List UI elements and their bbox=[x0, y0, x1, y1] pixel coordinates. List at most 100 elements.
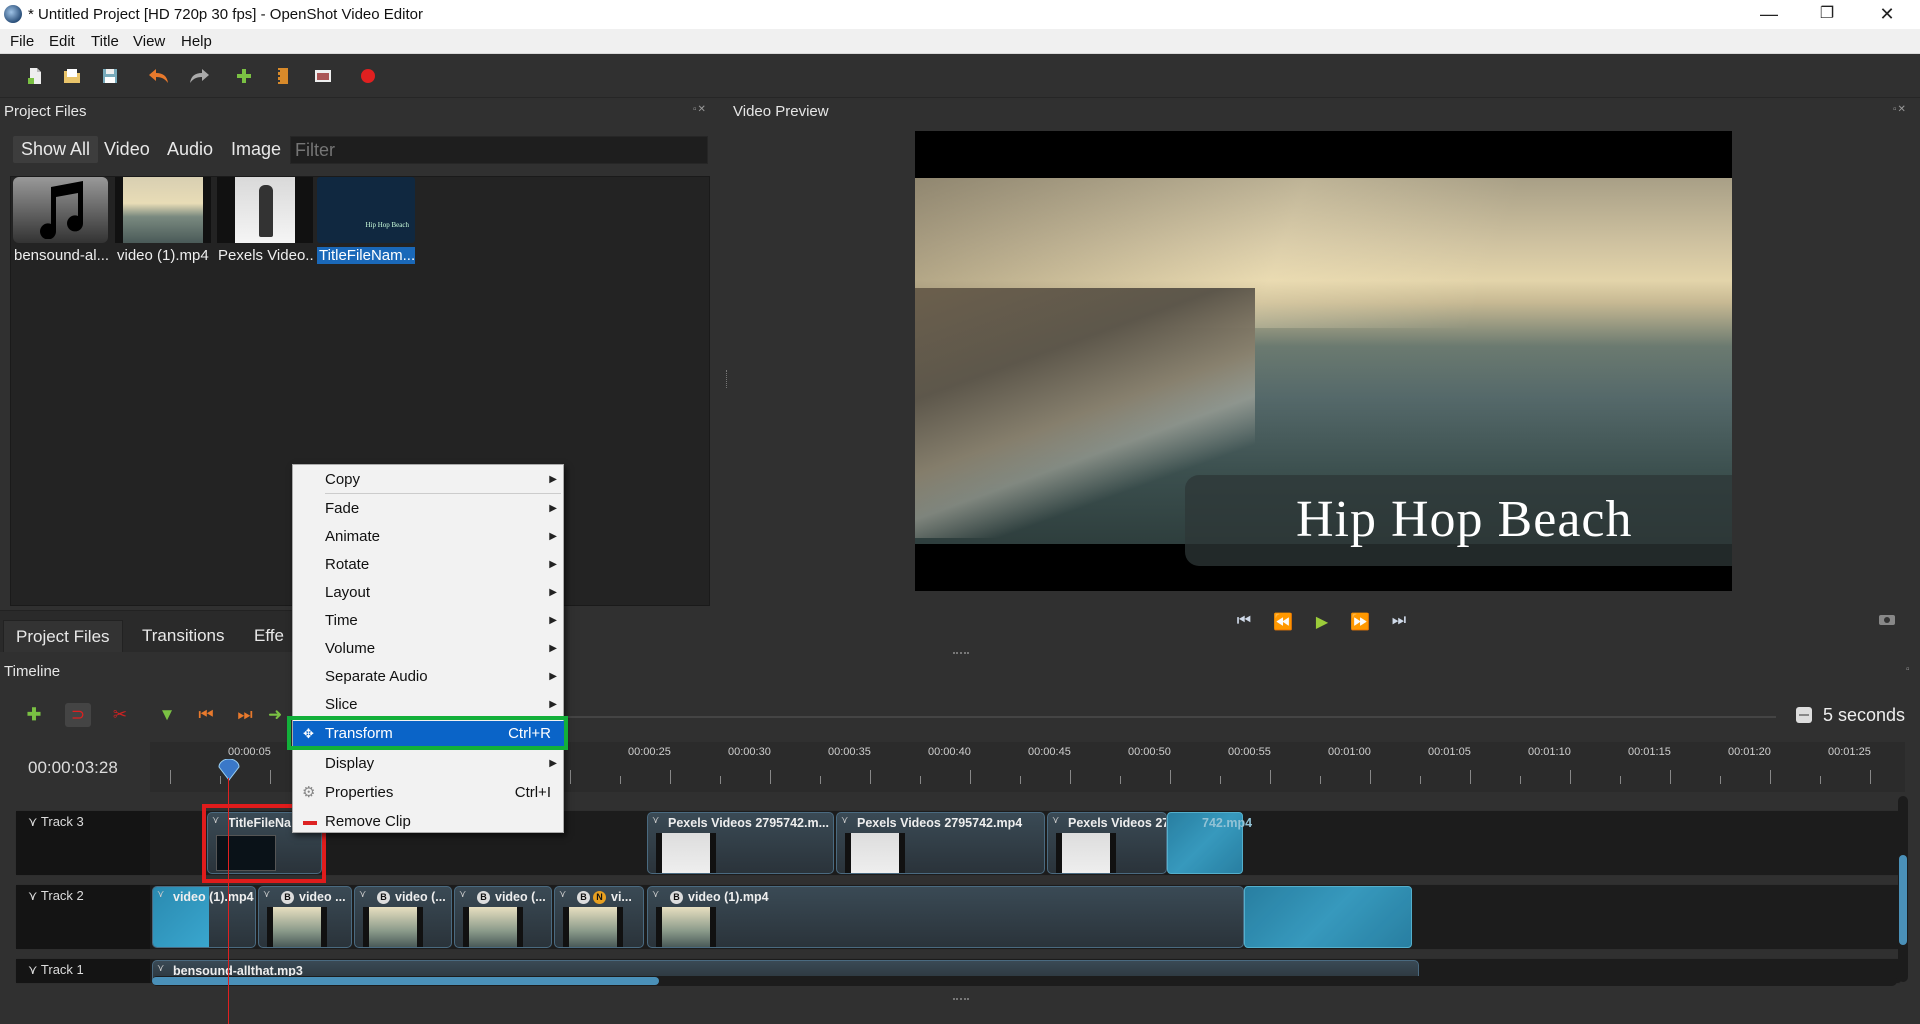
menu-item-properties[interactable]: ⚙ Properties Ctrl+I bbox=[293, 780, 565, 808]
ruler-tick bbox=[570, 770, 571, 784]
ruler-tick bbox=[1020, 776, 1021, 784]
splitter-handle[interactable] bbox=[953, 652, 969, 654]
add-marker-button[interactable]: ▼ bbox=[154, 703, 180, 727]
jump-start-button[interactable]: ⏮ bbox=[1229, 612, 1259, 630]
menu-help[interactable]: Help bbox=[181, 33, 212, 50]
pexels-video-thumbnail[interactable] bbox=[217, 177, 313, 243]
video-clip[interactable]: ⋎ B Nvi... bbox=[554, 886, 644, 948]
menu-item-time[interactable]: Time ▶ bbox=[293, 608, 565, 636]
ruler-tick bbox=[970, 770, 971, 784]
ruler-tick bbox=[620, 776, 621, 784]
menu-file[interactable]: File bbox=[10, 33, 34, 50]
video-clip[interactable]: ⋎ Bvideo (... bbox=[454, 886, 552, 948]
fullscreen-icon[interactable] bbox=[313, 66, 333, 86]
undo-icon[interactable] bbox=[147, 66, 171, 86]
video-clip[interactable]: ⋎ video (1).mp4 bbox=[152, 886, 256, 948]
tab-transitions[interactable]: Transitions bbox=[130, 620, 237, 652]
dock-float-close-icon[interactable]: ▫✕ bbox=[693, 104, 707, 115]
remove-icon bbox=[303, 821, 317, 825]
restore-button[interactable]: ❐ bbox=[1798, 0, 1856, 29]
menu-item-separate-audio[interactable]: Separate Audio ▶ bbox=[293, 664, 565, 692]
snapping-toggle-button[interactable]: ⊃ bbox=[65, 703, 91, 727]
dock-float-icon[interactable]: ▫ bbox=[1906, 664, 1911, 675]
video-clip[interactable]: ⋎ Pexels Videos 27 bbox=[1047, 812, 1167, 874]
menu-item-fade[interactable]: Fade ▶ bbox=[293, 496, 565, 524]
window-title: * Untitled Project [HD 720p 30 fps] - Op… bbox=[28, 6, 423, 23]
video-clip[interactable]: ⋎ Bvideo (... bbox=[354, 886, 452, 948]
ruler-tick bbox=[1170, 770, 1171, 784]
razor-tool-button[interactable]: ✂ bbox=[107, 703, 133, 727]
next-marker-button[interactable]: ⏭ bbox=[232, 703, 258, 727]
new-project-icon[interactable] bbox=[25, 66, 45, 86]
previous-marker-button[interactable]: ⏮ bbox=[193, 703, 219, 727]
video-clip[interactable]: ⋎ Bvideo (1).mp4 bbox=[647, 886, 1244, 948]
fast-forward-button[interactable]: ⏩ bbox=[1345, 612, 1375, 632]
center-timeline-button[interactable]: ➜ bbox=[268, 703, 282, 727]
menu-title[interactable]: Title bbox=[91, 33, 119, 50]
tab-project-files[interactable]: Project Files bbox=[3, 620, 123, 652]
filter-tab-audio[interactable]: Audio bbox=[159, 136, 221, 163]
filter-tab-video[interactable]: Video bbox=[96, 136, 158, 163]
video-clip[interactable]: ⋎ Pexels Videos 2795742.mp4 bbox=[836, 812, 1045, 874]
menu-item-copy[interactable]: Copy ▶ bbox=[293, 467, 565, 495]
snapshot-camera-icon[interactable] bbox=[1878, 612, 1896, 626]
video-file-thumbnail[interactable] bbox=[115, 177, 211, 243]
splitter-handle[interactable] bbox=[726, 370, 728, 388]
zoom-slider-handle-icon[interactable] bbox=[1794, 705, 1814, 725]
menu-item-rotate[interactable]: Rotate ▶ bbox=[293, 552, 565, 580]
ruler-label: 00:00:05 bbox=[228, 746, 271, 758]
menu-item-volume[interactable]: Volume ▶ bbox=[293, 636, 565, 664]
filter-input[interactable] bbox=[290, 136, 708, 164]
close-button[interactable]: ✕ bbox=[1858, 0, 1916, 29]
menu-item-remove-clip[interactable]: Remove Clip bbox=[293, 809, 565, 837]
ruler-tick bbox=[720, 776, 721, 784]
file-label-selected[interactable]: TitleFileNam... bbox=[317, 247, 415, 264]
zoom-slider-track[interactable] bbox=[566, 716, 1776, 718]
ruler-tick bbox=[870, 770, 871, 784]
ruler-tick bbox=[770, 770, 771, 784]
video-clip[interactable]: ⋎ Bvideo ... bbox=[258, 886, 352, 948]
import-files-icon[interactable] bbox=[234, 66, 254, 86]
ruler-tick bbox=[1870, 770, 1871, 784]
ruler-tick bbox=[1120, 776, 1121, 784]
vertical-scrollbar-thumb[interactable] bbox=[1899, 855, 1907, 945]
menu-item-layout[interactable]: Layout ▶ bbox=[293, 580, 565, 608]
menu-item-animate[interactable]: Animate ▶ bbox=[293, 524, 565, 552]
filter-tab-image[interactable]: Image bbox=[223, 136, 289, 163]
transition-clip[interactable] bbox=[1244, 886, 1412, 948]
ruler-label: 00:01:00 bbox=[1328, 746, 1371, 758]
file-label[interactable]: bensound-al... bbox=[14, 247, 109, 264]
ruler-tick bbox=[1220, 776, 1221, 784]
menu-edit[interactable]: Edit bbox=[49, 33, 75, 50]
file-label[interactable]: Pexels Video... bbox=[218, 247, 314, 264]
splitter-handle[interactable] bbox=[953, 998, 969, 1000]
timecode-display: 00:00:03:28 bbox=[28, 758, 118, 777]
ruler-label: 00:00:35 bbox=[828, 746, 871, 758]
redo-icon[interactable] bbox=[187, 66, 211, 86]
minimize-button[interactable]: — bbox=[1740, 0, 1798, 29]
save-project-icon[interactable] bbox=[100, 66, 120, 86]
ruler-tick bbox=[1770, 770, 1771, 784]
menu-item-display[interactable]: Display ▶ bbox=[293, 751, 565, 779]
ruler-tick bbox=[1620, 776, 1621, 784]
video-clip[interactable]: ⋎ Pexels Videos 2795742.m... bbox=[647, 812, 834, 874]
ruler-tick bbox=[1820, 776, 1821, 784]
file-label[interactable]: video (1).mp4 bbox=[117, 247, 213, 264]
transition-clip[interactable]: 742.mp4 bbox=[1167, 812, 1252, 874]
choose-profile-icon[interactable] bbox=[273, 66, 293, 86]
jump-end-button[interactable]: ⏭ bbox=[1384, 612, 1414, 630]
export-video-icon[interactable] bbox=[358, 66, 378, 86]
playhead-marker-icon[interactable] bbox=[217, 759, 241, 781]
rewind-button[interactable]: ⏪ bbox=[1268, 612, 1298, 632]
dock-float-close-icon[interactable]: ▫✕ bbox=[1893, 104, 1907, 115]
ruler-tick bbox=[920, 776, 921, 784]
menu-view[interactable]: View bbox=[133, 33, 165, 50]
open-project-icon[interactable] bbox=[62, 66, 82, 86]
add-track-button[interactable]: ✚ bbox=[21, 703, 47, 727]
music-note-icon bbox=[40, 181, 84, 239]
audio-file-thumbnail[interactable] bbox=[13, 177, 108, 243]
tab-effects[interactable]: Effe bbox=[242, 620, 296, 652]
play-button[interactable]: ▶ bbox=[1307, 612, 1337, 632]
title-file-thumbnail[interactable]: Hip Hop Beach bbox=[317, 177, 415, 243]
filter-tab-show-all[interactable]: Show All bbox=[13, 136, 99, 163]
